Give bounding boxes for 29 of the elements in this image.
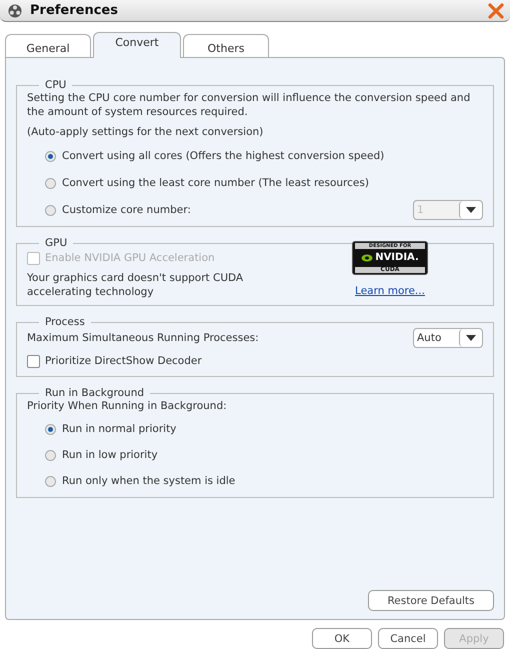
dropdown-arrow-icon (466, 207, 476, 214)
radio-option[interactable]: Convert using all cores (Offers the highest conversion speed) (27, 146, 483, 166)
radio-option[interactable]: Convert using the least core number (The least resources) (27, 173, 483, 194)
tab[interactable]: General (5, 34, 91, 58)
learn-more-link[interactable]: Learn more... (355, 285, 425, 298)
dialog-button[interactable]: OK (312, 628, 372, 649)
dropdown-arrow-icon (466, 335, 476, 342)
group-title: GPU (44, 237, 68, 250)
dropdown[interactable]: Auto (413, 328, 483, 348)
radio-option[interactable]: Customize core number: (27, 200, 191, 220)
group-title: CPU (44, 79, 68, 92)
tab[interactable]: Convert (93, 32, 181, 58)
checkbox-option[interactable]: Prioritize DirectShow Decoder (27, 352, 483, 370)
tab[interactable]: Others (183, 34, 269, 58)
restore-defaults-button[interactable]: Restore Defaults (368, 590, 494, 611)
group-title: Run in Background (44, 387, 146, 400)
processes-label: Maximum Simultaneous Running Processes: (27, 331, 259, 346)
radio-option[interactable]: Run only when the system is idle (27, 471, 483, 492)
close-icon[interactable] (488, 2, 504, 19)
gpu-message: Your graphics card doesn't support CUDA accelerating technology (27, 271, 244, 300)
radio-option[interactable]: Run in normal priority (27, 419, 483, 440)
cpu-note: (Auto-apply settings for the next conversion) (27, 125, 264, 140)
group-title: Process (44, 316, 86, 328)
radio-option[interactable]: Run in low priority (27, 445, 483, 466)
app-icon (8, 4, 22, 18)
window-title: Preferences (30, 3, 119, 18)
dialog-button[interactable]: Cancel (378, 628, 438, 649)
cpu-description: Setting the CPU core number for conversion will influence the conversion speed and the amount of system resources required. (27, 91, 472, 120)
priority-label: Priority When Running in Background: (27, 399, 228, 414)
